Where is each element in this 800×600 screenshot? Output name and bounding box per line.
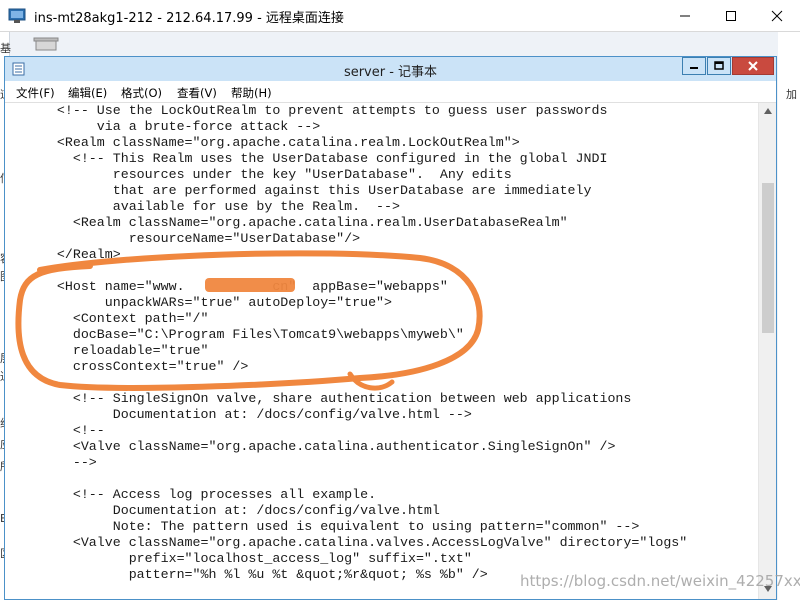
code-line: crossContext="true" /> [9, 359, 249, 374]
code-line: --> [9, 455, 97, 470]
code-line: available for use by the Realm. --> [9, 199, 400, 214]
edge-text-1: 基 [0, 42, 11, 55]
code-line: resources under the key "UserDatabase". … [9, 167, 512, 182]
code-line: Documentation at: /docs/config/valve.htm… [9, 503, 440, 518]
rdp-maximize-button[interactable] [708, 0, 754, 32]
notepad-menubar: 文件(F) 编辑(E) 格式(O) 查看(V) 帮助(H) [5, 81, 776, 103]
notepad-maximize-button[interactable] [707, 57, 731, 75]
code-line: <Realm className="org.apache.catalina.re… [9, 135, 520, 150]
menu-edit[interactable]: 编辑(E) [68, 85, 107, 101]
code-line: <!-- Access log processes all example. [9, 487, 377, 502]
rdp-window-title: ins-mt28akg1-212 - 212.64.17.99 - 远程桌面连接 [34, 11, 344, 26]
background-window-right-edge [778, 32, 800, 600]
code-line: resourceName="UserDatabase"/> [9, 231, 361, 246]
scroll-up-arrow-icon[interactable] [763, 107, 773, 115]
vertical-scrollbar[interactable] [758, 103, 776, 599]
close-icon [748, 61, 758, 71]
code-line: </Realm> [9, 247, 121, 262]
code-line: that are performed against this UserData… [9, 183, 592, 198]
code-line: Documentation at: /docs/config/valve.htm… [9, 407, 472, 422]
watermark-text: https://blog.csdn.net/weixin_42257xxx [520, 572, 800, 590]
code-line: via a brute-force attack --> [9, 119, 321, 134]
notepad-text-area[interactable]: <!-- Use the LockOutRealm to prevent att… [9, 103, 758, 599]
edge-text-right-1: 加 [786, 88, 797, 101]
menu-file[interactable]: 文件(F) [16, 85, 55, 101]
code-line: <!-- SingleSignOn valve, share authentic… [9, 391, 632, 406]
code-line: <!-- [9, 423, 105, 438]
close-icon [771, 10, 783, 22]
recycle-bin-icon [33, 37, 59, 51]
rdp-minimize-button[interactable] [662, 0, 708, 32]
rdp-titlebar: ins-mt28akg1-212 - 212.64.17.99 - 远程桌面连接 [0, 0, 800, 32]
notepad-window: server - 记事本 文件(F) 编辑(E) 格式(O) 查看(V) 帮助(… [4, 56, 777, 600]
code-line: <Valve className="org.apache.catalina.au… [9, 439, 616, 454]
code-line: Note: The pattern used is equivalent to … [9, 519, 640, 534]
notepad-close-button[interactable] [732, 57, 774, 75]
code-line: pattern="%h %l %u %t &quot;%r&quot; %s %… [9, 567, 488, 582]
maximize-icon [714, 61, 724, 70]
menu-help[interactable]: 帮助(H) [231, 85, 272, 101]
redaction-scribble [205, 278, 295, 292]
rdp-close-button[interactable] [754, 0, 800, 32]
code-line: <Context path="/" [9, 311, 209, 326]
code-line: docBase="C:\Program Files\Tomcat9\webapp… [9, 327, 464, 342]
code-line: <Realm className="org.apache.catalina.re… [9, 215, 568, 230]
code-line: <!-- Use the LockOutRealm to prevent att… [9, 103, 608, 118]
code-line: reloadable="true" [9, 343, 209, 358]
remote-desktop-icon [8, 8, 26, 23]
code-line: <!-- This Realm uses the UserDatabase co… [9, 151, 608, 166]
code-line: prefix="localhost_access_log" suffix=".t… [9, 551, 472, 566]
code-line: <Valve className="org.apache.catalina.va… [9, 535, 688, 550]
notepad-titlebar[interactable]: server - 记事本 [5, 57, 776, 81]
scrollbar-thumb[interactable] [762, 183, 774, 333]
notepad-minimize-button[interactable] [682, 57, 706, 75]
maximize-icon [726, 11, 736, 21]
minimize-icon [680, 15, 690, 17]
notepad-title: server - 记事本 [343, 65, 438, 80]
code-line: unpackWARs="true" autoDeploy="true"> [9, 295, 393, 310]
menu-format[interactable]: 格式(O) [121, 85, 162, 101]
minimize-icon [690, 67, 698, 69]
menu-view[interactable]: 查看(V) [177, 85, 217, 101]
